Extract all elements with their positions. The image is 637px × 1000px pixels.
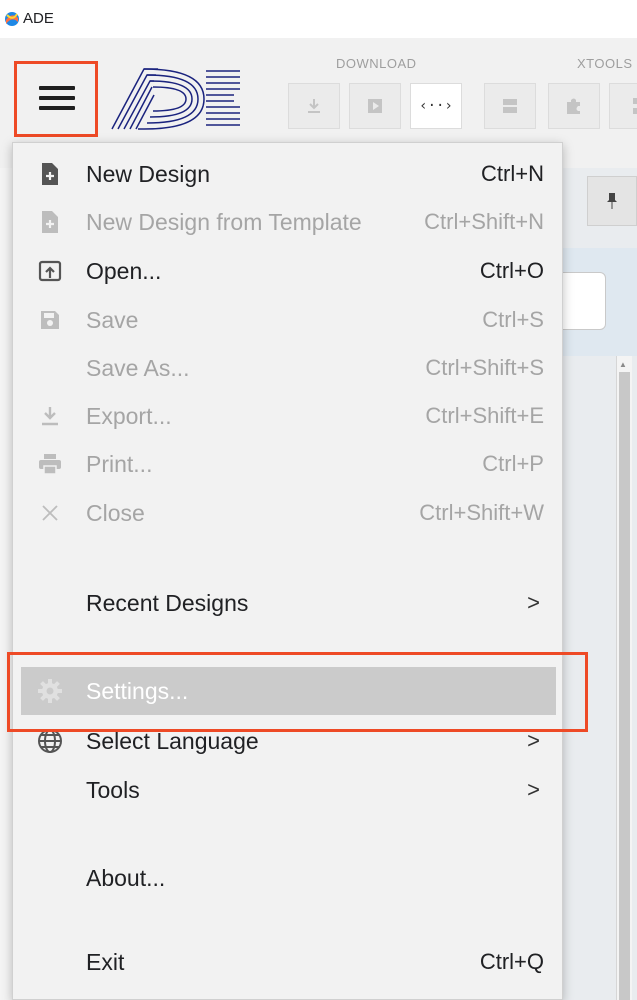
menu-item-label: Tools	[86, 776, 140, 803]
print-icon	[35, 449, 65, 479]
pin-button[interactable]	[587, 176, 637, 226]
title-bar: ADE	[0, 0, 637, 38]
new-file-icon	[35, 159, 65, 189]
menu-item-shortcut: Ctrl+S	[482, 307, 544, 332]
menu-item-export[interactable]: Export... Ctrl+Shift+E	[13, 392, 562, 440]
open-icon	[35, 256, 65, 286]
menu-item-label: Select Language	[86, 727, 259, 754]
menu-item-label: Save	[86, 306, 139, 333]
menu-item-label: Recent Designs	[86, 589, 249, 616]
layout-icon	[503, 99, 517, 113]
pin-icon	[607, 193, 617, 209]
menu-icon	[39, 86, 75, 90]
download-button[interactable]	[288, 83, 340, 129]
main-menu-button[interactable]	[14, 61, 98, 137]
menu-item-shortcut: Ctrl+Shift+S	[425, 355, 544, 380]
menu-item-shortcut: Ctrl+Shift+N	[424, 209, 544, 234]
play-box-icon	[368, 99, 382, 113]
export-icon	[35, 401, 65, 431]
menu-item-shortcut: Ctrl+Q	[479, 949, 544, 974]
scrollbar-thumb[interactable]	[619, 372, 630, 1000]
menu-item-label: Settings...	[86, 677, 189, 704]
globe-icon	[35, 726, 65, 756]
menu-item-exit[interactable]: Exit Ctrl+Q	[13, 938, 562, 986]
toolbar-group-xtools: XTOOLS	[577, 56, 633, 71]
menu-item-label: Save As...	[86, 354, 190, 381]
window-title: ADE	[23, 10, 54, 27]
menu-item-label: About...	[86, 864, 166, 891]
menu-item-tools[interactable]: Tools >	[13, 766, 562, 814]
gear-icon	[35, 676, 65, 706]
scroll-up-icon[interactable]: ▲	[619, 360, 627, 369]
menu-item-label: Open...	[86, 257, 162, 284]
puzzle-icon	[567, 98, 580, 114]
app-icon	[5, 12, 19, 26]
menu-item-save[interactable]: Save Ctrl+S	[13, 296, 562, 344]
menu-item-label: New Design from Template	[86, 208, 362, 235]
plugin-button[interactable]	[548, 83, 600, 129]
menu-icon-bar	[39, 106, 75, 110]
menu-item-recent-designs[interactable]: Recent Designs >	[13, 579, 562, 627]
menu-item-shortcut: Ctrl+O	[479, 258, 544, 283]
main-menu: New Design Ctrl+N New Design from Templa…	[12, 142, 563, 1000]
preview-button[interactable]	[349, 83, 401, 129]
new-file-icon	[35, 207, 65, 237]
menu-item-shortcut: Ctrl+N	[481, 161, 544, 186]
layout-button[interactable]	[484, 83, 536, 129]
menu-item-about[interactable]: About...	[13, 854, 562, 902]
chevron-right-icon: >	[527, 728, 540, 753]
menu-item-new-design[interactable]: New Design Ctrl+N	[13, 150, 562, 198]
chevron-right-icon: >	[527, 590, 540, 615]
more-tool-button[interactable]	[609, 83, 637, 129]
menu-item-settings[interactable]: Settings...	[21, 667, 556, 715]
menu-item-label: Export...	[86, 402, 172, 429]
menu-item-label: Exit	[86, 948, 125, 975]
code-icon: ‹··›	[419, 98, 453, 114]
menu-item-shortcut: Ctrl+Shift+E	[425, 403, 544, 428]
chevron-right-icon: >	[527, 777, 540, 802]
menu-item-label: New Design	[86, 160, 210, 187]
menu-item-label: Print...	[86, 450, 153, 477]
menu-item-open[interactable]: Open... Ctrl+O	[13, 247, 562, 295]
download-icon	[308, 99, 320, 113]
close-icon	[35, 498, 65, 528]
menu-item-new-from-template[interactable]: New Design from Template Ctrl+Shift+N	[13, 198, 562, 246]
menu-icon-bar	[39, 96, 75, 100]
menu-item-save-as[interactable]: Save As... Ctrl+Shift+S	[13, 344, 562, 392]
ade-logo	[111, 68, 240, 130]
menu-item-select-language[interactable]: Select Language >	[13, 717, 562, 765]
save-icon	[35, 305, 65, 335]
menu-item-shortcut: Ctrl+Shift+W	[419, 500, 544, 525]
toolbar-group-download: DOWNLOAD	[336, 56, 417, 71]
code-view-button[interactable]: ‹··›	[410, 83, 462, 129]
tool-icon	[633, 98, 637, 114]
menu-item-shortcut: Ctrl+P	[482, 451, 544, 476]
menu-item-close[interactable]: Close Ctrl+Shift+W	[13, 489, 562, 537]
menu-item-print[interactable]: Print... Ctrl+P	[13, 440, 562, 488]
menu-item-label: Close	[86, 499, 145, 526]
